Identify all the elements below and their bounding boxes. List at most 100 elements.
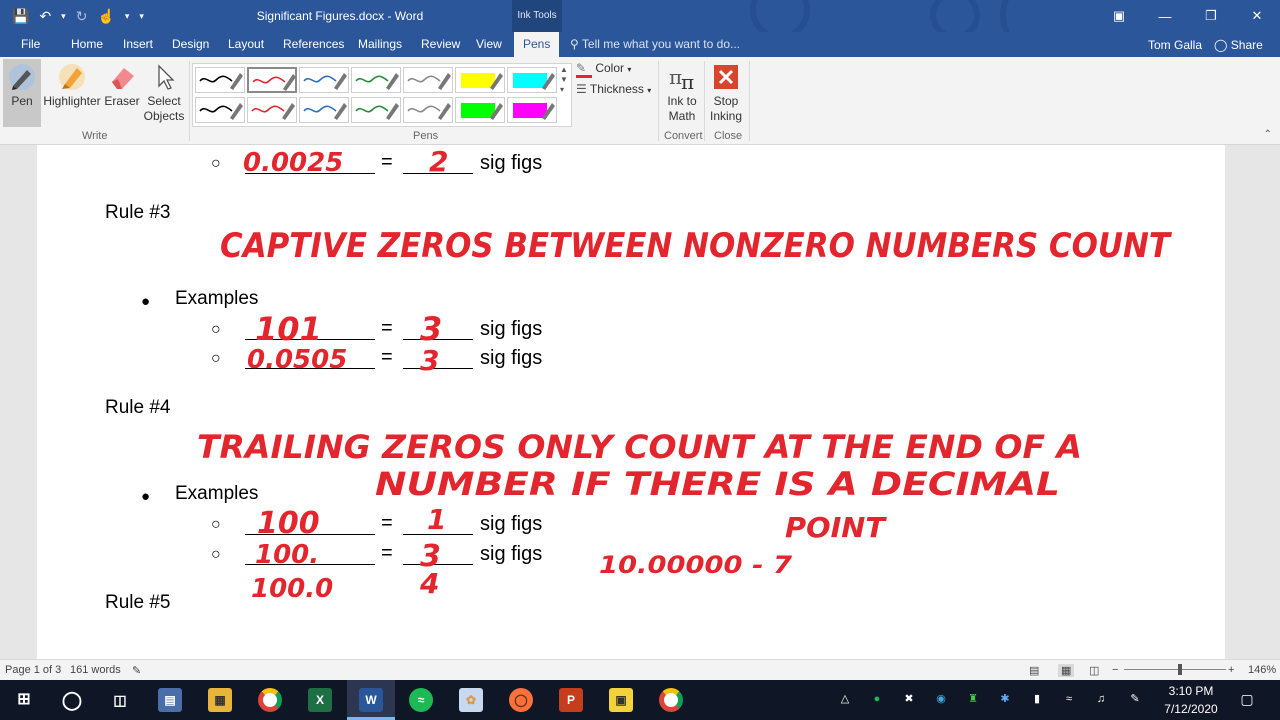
document-page[interactable]: ○ = sig figs Rule #3 ● Examples ○ = sig … (37, 145, 1225, 659)
app-thumbnail-icon[interactable]: ▤ (158, 688, 182, 712)
pen-swatch[interactable] (195, 97, 245, 123)
clock-date[interactable]: 7/12/2020 (1160, 702, 1222, 716)
windows-start-icon[interactable]: ⊞ (12, 688, 36, 712)
ribbon-tab-row: File Home Insert Design Layout Reference… (0, 32, 1280, 57)
chrome-profile-icon[interactable] (659, 688, 683, 712)
tab-layout[interactable]: Layout (219, 32, 273, 57)
ink-to-math-button[interactable]: π π Ink to Math (662, 59, 702, 127)
share-button[interactable]: ◯ Share (1210, 36, 1263, 54)
user-name[interactable]: Tom Galla (1148, 38, 1202, 52)
spotify-icon[interactable]: ≈ (409, 688, 433, 712)
ink-answer: 101 (255, 310, 322, 348)
tell-me-search[interactable]: ⚲ Tell me what you want to do... (570, 37, 740, 51)
close-inking-icon (714, 65, 738, 89)
pen-swatch[interactable] (299, 67, 349, 93)
pen-button[interactable]: Pen (3, 59, 41, 127)
paint-3d-icon[interactable]: ✿ (459, 688, 483, 712)
pen-swatch[interactable] (247, 67, 297, 93)
task-view-icon[interactable]: ◫ (108, 688, 132, 712)
tray-spotify-icon[interactable]: ● (870, 692, 884, 706)
clock-time[interactable]: 3:10 PM (1160, 684, 1222, 698)
tab-mailings[interactable]: Mailings (349, 32, 411, 57)
read-mode-icon[interactable]: ▤ (1029, 664, 1039, 677)
tray-app-icon[interactable]: △ (838, 692, 852, 706)
highlighter-swatch[interactable] (455, 97, 505, 123)
convert-group-label: Convert (664, 130, 703, 142)
pen-swatch[interactable] (403, 97, 453, 123)
pen-icon (355, 103, 399, 120)
bluetooth-icon[interactable]: ✱ (998, 692, 1012, 706)
write-group-label: Write (82, 130, 108, 142)
ink-answer: 3 (420, 310, 442, 348)
highlighter-icon (461, 73, 503, 90)
sticky-notes-icon[interactable]: ▣ (609, 688, 633, 712)
close-window-icon[interactable]: ✕ (1234, 0, 1280, 32)
tab-file[interactable]: File (12, 32, 49, 57)
print-layout-icon[interactable]: ▦ (1058, 664, 1075, 677)
excel-icon[interactable]: X (308, 688, 332, 712)
cortana-icon[interactable]: ◯ (60, 688, 84, 712)
web-layout-icon[interactable]: ◫ (1089, 664, 1099, 677)
notifications-icon[interactable]: ▢ (1240, 692, 1254, 706)
page-count[interactable]: Page 1 of 3 (5, 664, 61, 676)
taskbar: ⊞ ◯ ◫ ▤ ▦ X W ≈ ✿ ◯ P ▣ △ ● ✖ ◉ ♜ ✱ ▮ ≈ … (0, 680, 1280, 720)
highlighter-swatch[interactable] (507, 97, 557, 123)
firefox-icon[interactable]: ◯ (509, 688, 533, 712)
powerpoint-icon[interactable]: P (559, 688, 583, 712)
ink-extra-value: 100.0 (251, 574, 333, 604)
gallery-more-icon[interactable]: ▾ (560, 85, 564, 94)
zoom-level[interactable]: 146% (1248, 664, 1276, 676)
gallery-scroll[interactable]: ▲ ▼ ▾ (560, 65, 572, 95)
pen-swatch[interactable] (247, 97, 297, 123)
restore-icon[interactable]: ❐ (1188, 0, 1234, 32)
tab-pens[interactable]: Pens (514, 32, 560, 57)
ink-layer: 0.0025 2 CAPTIVE ZEROS BETWEEN NONZERO N… (197, 145, 1173, 604)
tray-security-icon[interactable]: ♜ (966, 692, 980, 706)
highlighter-swatch[interactable] (507, 67, 557, 93)
color-button[interactable]: ✎ Color ▾ (576, 61, 631, 78)
color-label: Color (595, 61, 625, 75)
tray-app-icon[interactable]: ✖ (902, 692, 916, 706)
chrome-icon[interactable] (258, 688, 282, 712)
tray-app-icon[interactable]: ◉ (934, 692, 948, 706)
word-count[interactable]: 161 words (70, 664, 121, 676)
pen-swatch[interactable] (351, 67, 401, 93)
highlighter-swatch[interactable] (455, 67, 505, 93)
zoom-in-icon[interactable]: + (1228, 664, 1234, 676)
zoom-out-icon[interactable]: − (1112, 664, 1118, 676)
collapse-ribbon-icon[interactable]: ⌃ (1264, 129, 1272, 140)
tab-home[interactable]: Home (62, 32, 112, 57)
gallery-up-icon[interactable]: ▲ (560, 65, 568, 74)
battery-icon[interactable]: ▮ (1030, 692, 1044, 706)
tab-view[interactable]: View (467, 32, 511, 57)
minimize-icon[interactable]: — (1142, 0, 1188, 32)
thickness-label: Thickness (589, 82, 644, 96)
pen-swatch[interactable] (403, 67, 453, 93)
ribbon-display-options-icon[interactable]: ▣ (1096, 0, 1142, 32)
word-icon[interactable]: W (359, 688, 383, 712)
ribbon-separator (749, 61, 750, 141)
pen-swatch[interactable] (299, 97, 349, 123)
tab-review[interactable]: Review (412, 32, 469, 57)
zoom-slider[interactable] (1124, 669, 1226, 670)
stop-inking-button[interactable]: Stop Inking (706, 59, 746, 127)
lightbulb-icon: ⚲ (570, 37, 579, 51)
gallery-down-icon[interactable]: ▼ (560, 75, 568, 84)
pen-swatch[interactable] (351, 97, 401, 123)
pen-swatch[interactable] (195, 67, 245, 93)
ink-answer: 0.0505 (247, 345, 347, 375)
thickness-button[interactable]: ☰ Thickness ▾ (576, 82, 651, 96)
tab-design[interactable]: Design (163, 32, 218, 57)
pen-icon (251, 103, 295, 120)
eraser-button[interactable]: Eraser (104, 59, 140, 127)
wifi-icon[interactable]: ≈ (1062, 692, 1076, 706)
select-objects-button[interactable]: Select Objects (141, 59, 187, 127)
volume-icon[interactable]: ♫ (1094, 692, 1108, 706)
tab-insert[interactable]: Insert (114, 32, 162, 57)
file-explorer-icon[interactable]: ▦ (208, 688, 232, 712)
highlighter-button[interactable]: Highlighter (42, 59, 102, 127)
pen-workspace-icon[interactable]: ✎ (1128, 692, 1142, 706)
tab-references[interactable]: References (274, 32, 353, 57)
proofing-icon[interactable]: ✎ (132, 664, 141, 677)
zoom-slider-thumb[interactable] (1178, 664, 1182, 675)
